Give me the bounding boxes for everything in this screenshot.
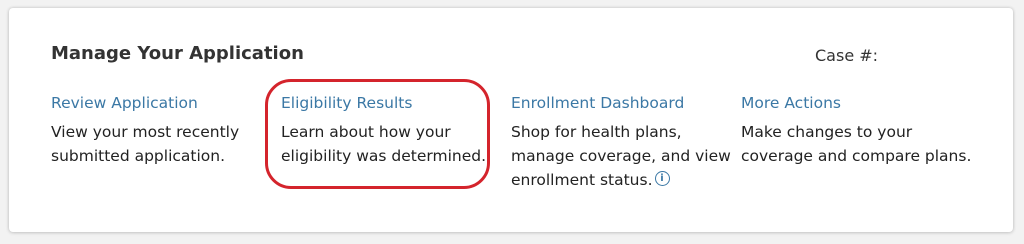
- manage-application-card: Manage Your Application Case #: Review A…: [9, 8, 1013, 232]
- review-application-link[interactable]: Review Application: [51, 93, 271, 113]
- more-actions-link[interactable]: More Actions: [741, 93, 961, 113]
- more-actions-section: More Actions Make changes to your coverag…: [741, 93, 972, 168]
- enrollment-dashboard-description: Shop for health plans, manage coverage, a…: [511, 123, 731, 189]
- more-actions-description: Make changes to your coverage and compare…: [741, 123, 972, 165]
- case-number-label: Case #:: [815, 46, 879, 65]
- review-application-description: View your most recently submitted applica…: [51, 123, 240, 165]
- eligibility-results-description: Learn about how your eligibility was dete…: [281, 123, 487, 165]
- page-title: Manage Your Application: [51, 43, 304, 64]
- eligibility-results-section: Eligibility Results Learn about how your…: [281, 93, 501, 168]
- eligibility-results-link[interactable]: Eligibility Results: [281, 93, 501, 113]
- review-application-section: Review Application View your most recent…: [51, 93, 271, 168]
- info-circle-icon[interactable]: i: [654, 171, 670, 186]
- enrollment-dashboard-section: Enrollment Dashboard Shop for health pla…: [511, 93, 731, 192]
- enrollment-dashboard-link[interactable]: Enrollment Dashboard: [511, 93, 731, 113]
